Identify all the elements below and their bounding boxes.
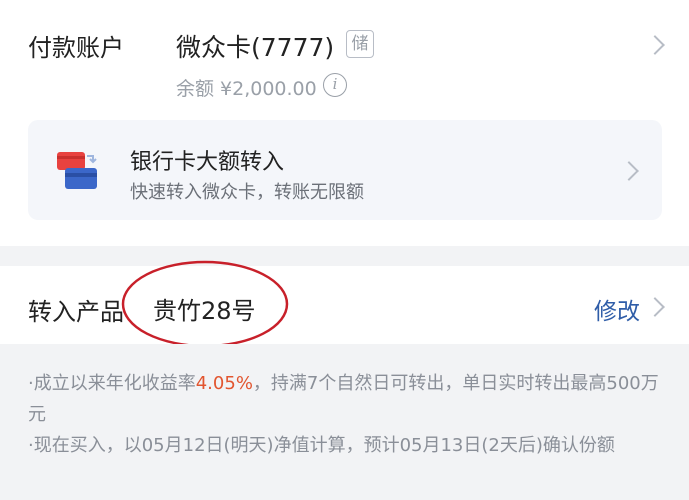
product-info-panel: ·成立以来年化收益率4.05%，持满7个自然日可转出，单日实时转出最高500万元… [0,344,689,500]
info-icon[interactable]: i [323,73,347,97]
card-type-badge: 储 [346,30,374,58]
bank-transfer-button[interactable]: 银行卡大额转入 快速转入微众卡，转账无限额 [28,120,662,220]
bank-transfer-subtitle: 快速转入微众卡，转账无限额 [130,182,364,203]
modify-link[interactable]: 修改 [594,292,640,326]
pay-account-label: 付款账户 [28,34,124,62]
info-line-yield: ·成立以来年化收益率4.05%，持满7个自然日可转出，单日实时转出最高500万元 [28,368,668,430]
info-text: ·成立以来年化收益率 [28,373,196,394]
product-label: 转入产品 [28,298,124,326]
yield-rate: 4.05% [195,373,253,394]
bank-transfer-title: 银行卡大额转入 [130,150,285,175]
red-circle-annotation [121,260,289,348]
chevron-right-icon[interactable] [645,297,665,317]
chevron-right-icon[interactable] [645,35,665,55]
balance-text: 余额 ¥2,000.00 [176,78,317,100]
account-card: 付款账户 微众卡(7777) 储 余额 ¥2,000.00 i 银行卡大额转入 … [0,0,689,246]
chevron-right-icon [619,161,639,181]
bank-cards-icon [57,152,97,189]
card-name[interactable]: 微众卡(7777) [176,28,334,64]
product-card: 转入产品 贵竹28号 修改 [0,260,689,348]
info-line-purchase: ·现在买入，以05月12日(明天)净值计算，预计05月13日(2天后)确认份额 [28,435,615,456]
